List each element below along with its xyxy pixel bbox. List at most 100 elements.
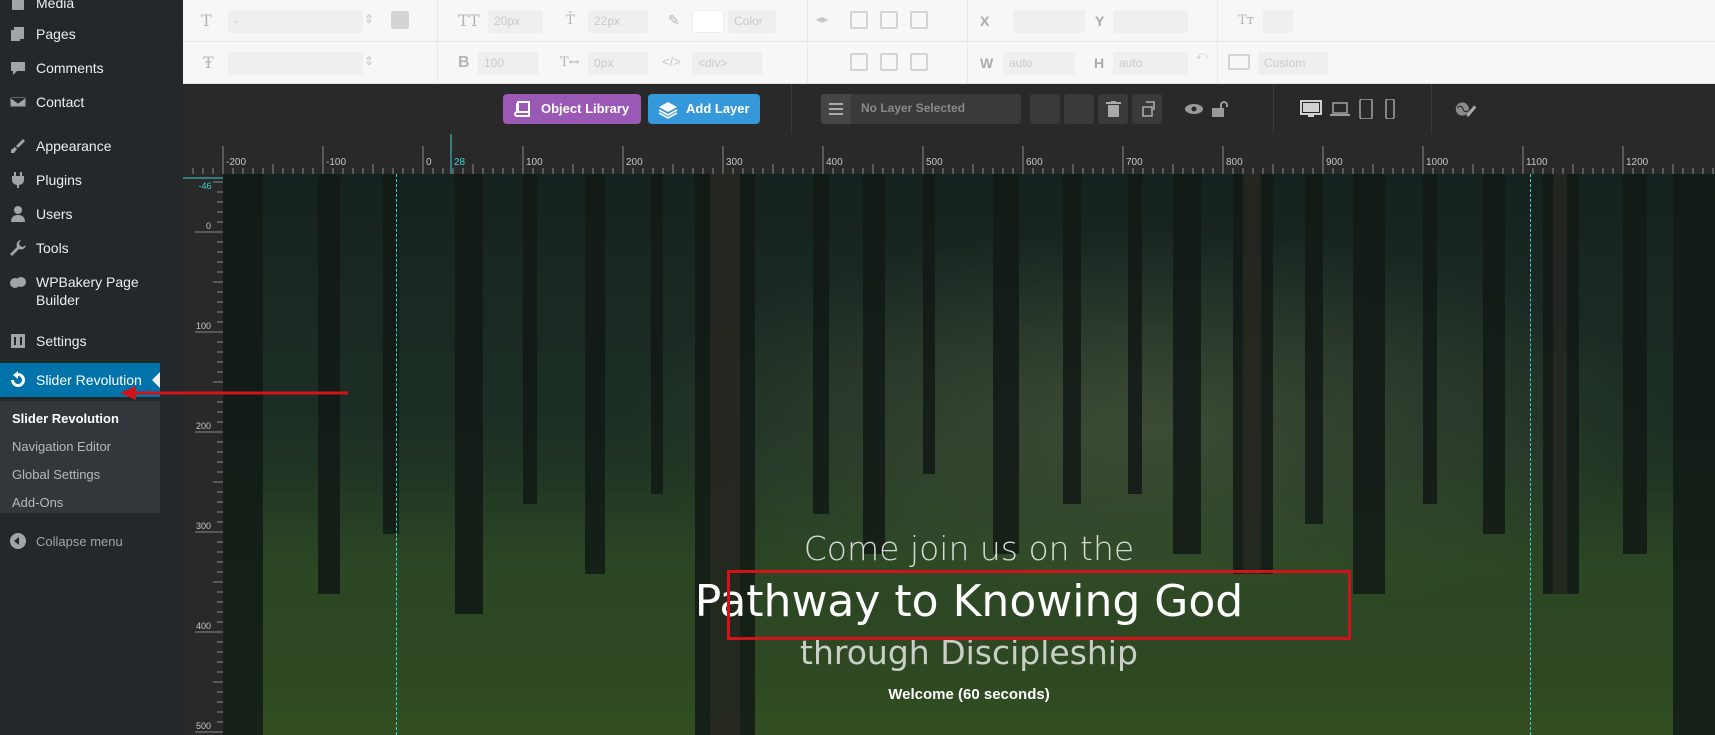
font-family-select[interactable]: - [228, 10, 363, 33]
media-icon [9, 0, 27, 12]
sidebar-item-wpbakery[interactable]: WPBakery Page Builder [0, 267, 160, 311]
letter-spacing-icon: T↔ [560, 55, 580, 70]
align-bottom-icon[interactable] [910, 53, 928, 71]
y-input[interactable] [1113, 10, 1188, 33]
ruler-marker-label: -46 [198, 181, 211, 191]
horizontal-align-group: ◂▸ [808, 0, 968, 42]
layer-selector[interactable]: No Layer Selected [821, 94, 1021, 124]
desktop-icon[interactable] [1300, 99, 1322, 119]
sidebar-item-label: Settings [36, 333, 87, 349]
sidebar-item-contact[interactable]: Contact [0, 87, 160, 117]
font-style-icon: Ŧ [203, 53, 214, 72]
height-input[interactable]: auto [1113, 52, 1188, 75]
layers-icon [658, 100, 678, 119]
sidebar-item-label: Contact [36, 94, 85, 110]
font-family-icon: T [201, 11, 212, 30]
sidebar-item-tools[interactable]: Tools [0, 233, 160, 263]
slider-revolution-submenu: Slider Revolution Navigation Editor Glob… [0, 401, 160, 513]
caption-line-4[interactable]: Welcome (60 seconds) [223, 686, 1715, 703]
color-swatch[interactable] [692, 10, 724, 33]
ruler-label: -100 [326, 157, 346, 168]
save-icon[interactable] [391, 11, 409, 29]
add-layer-button[interactable]: Add Layer [648, 94, 760, 124]
submenu-item-navigation-editor[interactable]: Navigation Editor [12, 439, 111, 454]
align-right-icon[interactable] [910, 11, 928, 29]
font-size-input[interactable]: 20px [488, 10, 543, 33]
clone-layer-button[interactable] [1132, 94, 1162, 124]
comments-icon [9, 59, 27, 77]
w-label: W [980, 55, 994, 71]
submenu-item-slider-revolution[interactable]: Slider Revolution [12, 411, 119, 426]
wrench-icon [9, 239, 27, 257]
ruler-label: 200 [626, 157, 643, 168]
size-mode-group: Custom [1218, 42, 1715, 84]
code-icon: </> [662, 54, 681, 69]
horizontal-ruler-ticks: -200 -100 0 100 200 300 400 500 600 700 800 900 1000… [192, 134, 1714, 174]
object-library-button[interactable]: Object Library [503, 94, 641, 124]
ruler-label: 1200 [1626, 157, 1649, 168]
x-input[interactable] [1013, 10, 1085, 33]
globe-edit-icon[interactable] [1455, 99, 1485, 119]
text-transform-group: Tт [1218, 0, 1715, 42]
delete-layer-button[interactable] [1098, 94, 1128, 124]
collapse-menu-button[interactable]: Collapse menu [0, 527, 160, 557]
ruler-label: 100 [526, 157, 543, 168]
font-weight-select[interactable]: 100 [478, 52, 538, 75]
submenu-item-add-ons[interactable]: Add-Ons [12, 495, 63, 510]
unlock-icon[interactable] [1209, 99, 1231, 119]
letter-spacing-input[interactable]: 0px [588, 52, 648, 75]
separator [1431, 84, 1432, 134]
text-transform-icon: Tт [1238, 13, 1254, 28]
separator [791, 84, 792, 134]
ruler-label: 1100 [1526, 157, 1548, 168]
phone-icon[interactable] [1379, 98, 1401, 120]
sidebar-item-label: Plugins [36, 172, 82, 188]
align-center-icon[interactable] [880, 11, 898, 29]
ruler-label: 1000 [1426, 157, 1449, 168]
sidebar-item-label: Appearance [36, 138, 112, 154]
slide-canvas[interactable]: Come join us on the Pathway to Knowing G… [223, 174, 1715, 735]
submenu-item-global-settings[interactable]: Global Settings [12, 467, 100, 482]
color-label: Color [728, 10, 776, 33]
align-top-icon[interactable] [850, 53, 868, 71]
caption-line-1[interactable]: Come join us on the [223, 529, 1715, 568]
width-input[interactable]: auto [1003, 52, 1075, 75]
eye-icon[interactable] [1183, 99, 1205, 119]
duplicate-layer-button[interactable] [1030, 94, 1060, 124]
sidebar-item-users[interactable]: Users [0, 199, 160, 229]
text-transform-select[interactable] [1263, 10, 1293, 33]
size-mode-select[interactable]: Custom [1258, 52, 1328, 75]
ruler-marker-label: 28 [454, 157, 466, 168]
ruler-label: 300 [196, 521, 211, 531]
sidebar-item-plugins[interactable]: Plugins [0, 165, 160, 195]
laptop-icon[interactable] [1329, 99, 1351, 119]
align-left-icon[interactable] [850, 11, 868, 29]
sidebar-item-label: Tools [36, 240, 69, 256]
mail-icon [9, 93, 27, 111]
line-height-input[interactable]: 22px [588, 10, 648, 33]
users-icon [9, 205, 27, 223]
sidebar-item-comments[interactable]: Comments [0, 53, 160, 83]
object-library-label: Object Library [541, 101, 630, 116]
tablet-icon[interactable] [1355, 98, 1377, 120]
align-arrows-icon: ◂▸ [816, 12, 829, 26]
sidebar-item-settings[interactable]: Settings [0, 326, 160, 356]
sidebar-item-pages[interactable]: Pages [0, 19, 160, 49]
sidebar-item-appearance[interactable]: Appearance [0, 131, 160, 161]
refresh-icon [9, 371, 27, 389]
ruler-label: 100 [196, 321, 211, 331]
tag-select[interactable]: <div> [692, 52, 762, 75]
annotation-arrow [120, 386, 348, 400]
align-middle-icon[interactable] [880, 53, 898, 71]
line-height-icon: T̄ [566, 13, 575, 28]
separator [1273, 84, 1274, 134]
ruler-label: 0 [206, 221, 211, 231]
font-weight-group: B 100 T↔ 0px </> <div> [438, 42, 808, 84]
cover-mode-icon [1228, 54, 1250, 70]
sidebar-item-media[interactable]: Media [0, 0, 160, 18]
lock-ratio-icon[interactable]: ⤺ [1196, 50, 1208, 63]
font-size-group: TT 20px T̄ 22px ✎ Color [438, 0, 808, 42]
book-icon [513, 100, 533, 118]
layer-option-button[interactable] [1064, 94, 1094, 124]
font-style-select[interactable] [228, 52, 363, 75]
